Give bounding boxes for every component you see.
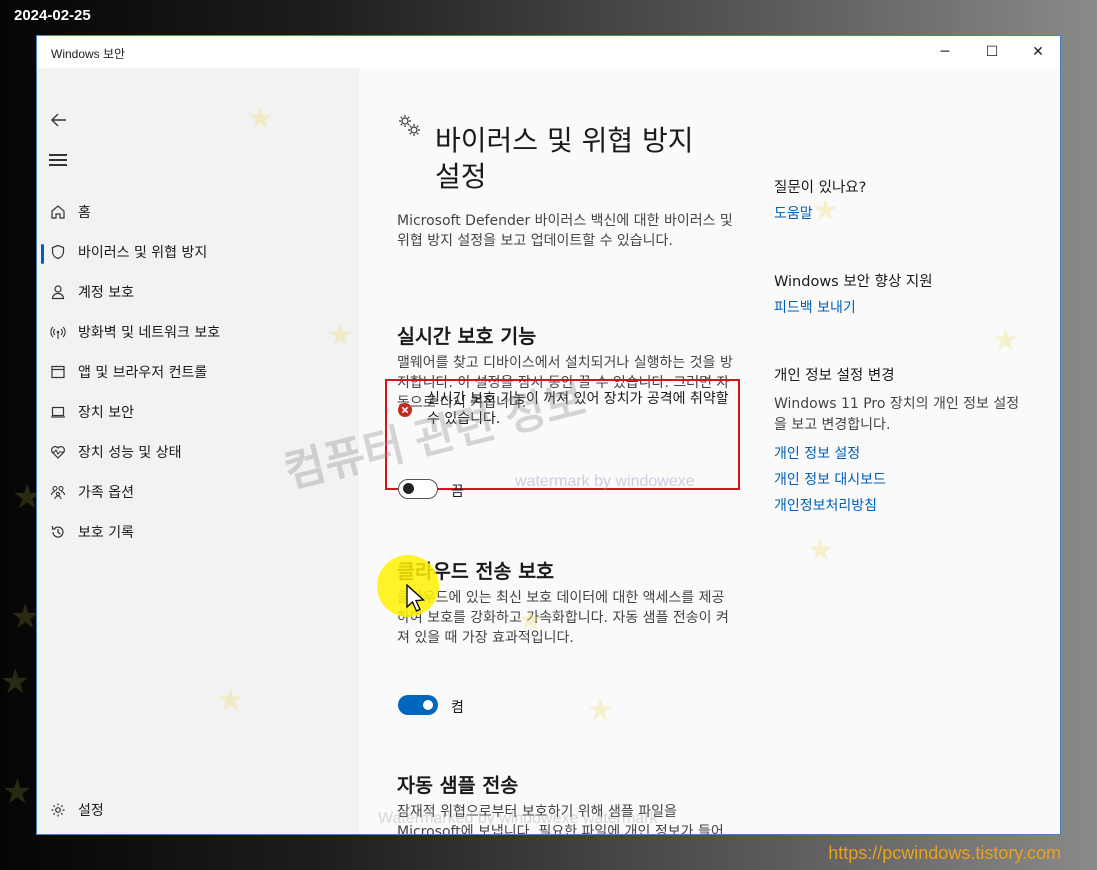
shield-icon: [49, 243, 67, 261]
family-icon: [49, 483, 67, 501]
sidebar-item-firewall[interactable]: 방화벽 및 네트워크 보호: [37, 314, 359, 350]
realtime-warning-text: 실시간 보호 기능이 꺼져 있어 장치가 공격에 취약할 수 있습니다.: [427, 391, 729, 427]
minimize-button[interactable]: ─: [922, 36, 968, 68]
cloud-section-title: 클라우드 전송 보호: [397, 560, 555, 583]
sidebar-item-app-browser[interactable]: 앱 및 브라우저 컨트롤: [37, 354, 359, 390]
sidebar-item-settings[interactable]: 설정: [37, 792, 359, 828]
sidebar-item-label: 앱 및 브라우저 컨트롤: [78, 365, 208, 381]
cloud-toggle-state: 켬: [451, 700, 464, 716]
wifi-signal-icon: [49, 323, 67, 341]
star-decoration-icon: ★: [0, 662, 31, 702]
sidebar-item-family-options[interactable]: 가족 옵션: [37, 474, 359, 510]
title-bar: Windows 보안 ─ ☐ ✕: [37, 36, 1060, 68]
auto-sample-section-title: 자동 샘플 전송: [397, 774, 519, 797]
realtime-section-title: 실시간 보호 기능: [397, 325, 537, 348]
privacy-statement-link[interactable]: 개인정보처리방침: [774, 495, 877, 515]
gear-icon: [49, 801, 67, 819]
hamburger-menu-icon[interactable]: [49, 154, 67, 168]
feedback-link[interactable]: 피드백 보내기: [774, 297, 856, 317]
help-link[interactable]: 도움말: [774, 203, 813, 223]
sidebar-item-label: 장치 성능 및 상태: [78, 445, 182, 461]
history-icon: [49, 523, 67, 541]
page-title-line: 설정: [435, 160, 487, 193]
window-title: Windows 보안: [51, 47, 126, 61]
maximize-button[interactable]: ☐: [969, 36, 1015, 68]
sidebar-item-label: 가족 옵션: [78, 485, 134, 501]
page-title: 바이러스 및 위협 방지 설정: [435, 123, 745, 195]
heart-pulse-icon: [49, 443, 67, 461]
person-icon: [49, 283, 67, 301]
sidebar: 홈 바이러스 및 위협 방지 계정 보호 방화벽 및 네트워크 보호 앱 및 브…: [37, 68, 359, 834]
privacy-dashboard-link[interactable]: 개인 정보 대시보드: [774, 469, 886, 489]
sidebar-item-label: 홈: [78, 205, 91, 221]
page-description: Microsoft Defender 바이러스 백신에 대한 바이러스 및 위협…: [397, 213, 733, 249]
improve-heading: Windows 보안 향상 지원: [774, 274, 933, 290]
error-icon: [397, 402, 413, 418]
cloud-description: 클라우드에 있는 최신 보호 데이터에 대한 액세스를 제공하여 보호를 강화하…: [397, 590, 729, 646]
cloud-protection-toggle[interactable]: [398, 695, 438, 715]
gears-icon: [397, 113, 423, 139]
back-arrow-icon[interactable]: [49, 110, 69, 130]
sidebar-item-label: 보호 기록: [78, 525, 134, 541]
laptop-icon: [49, 403, 67, 421]
privacy-heading: 개인 정보 설정 변경: [774, 368, 895, 384]
sidebar-item-home[interactable]: 홈: [37, 194, 359, 230]
sidebar-item-label: 계정 보호: [78, 285, 134, 301]
app-window-icon: [49, 363, 67, 381]
site-url-watermark: https://pcwindows.tistory.com: [828, 843, 1061, 863]
question-heading: 질문이 있나요?: [774, 180, 867, 196]
windows-security-window: Windows 보안 ─ ☐ ✕ 홈 바이러스 및 위협 방지 계정 보호 방화…: [36, 35, 1061, 835]
privacy-settings-link[interactable]: 개인 정보 설정: [774, 443, 860, 463]
sidebar-item-account-protection[interactable]: 계정 보호: [37, 274, 359, 310]
sidebar-item-virus-protection[interactable]: 바이러스 및 위협 방지: [37, 234, 359, 270]
sidebar-item-device-performance[interactable]: 장치 성능 및 상태: [37, 434, 359, 470]
close-button[interactable]: ✕: [1015, 36, 1060, 68]
privacy-description: Windows 11 Pro 장치의 개인 정보 설정을 보고 변경합니다.: [774, 396, 1020, 433]
sidebar-item-device-security[interactable]: 장치 보안: [37, 394, 359, 430]
sidebar-item-label: 설정: [78, 803, 104, 819]
sidebar-item-label: 장치 보안: [78, 405, 134, 421]
realtime-protection-toggle[interactable]: [398, 479, 438, 499]
home-icon: [49, 203, 67, 221]
star-decoration-icon: ★: [2, 772, 33, 812]
sidebar-item-protection-history[interactable]: 보호 기록: [37, 514, 359, 550]
sidebar-item-label: 방화벽 및 네트워크 보호: [78, 325, 221, 341]
main-content: 바이러스 및 위협 방지 설정 Microsoft Defender 바이러스 …: [359, 68, 1060, 835]
auto-sample-description: 잠재적 위협으로부터 보호하기 위해 샘플 파일을 Microsoft에 보냅니…: [397, 804, 724, 835]
realtime-toggle-state: 끔: [451, 484, 464, 500]
page-title-line: 바이러스 및 위협 방지: [435, 124, 694, 157]
sidebar-item-label: 바이러스 및 위협 방지: [78, 245, 208, 261]
date-stamp: 2024-02-25: [14, 7, 91, 24]
